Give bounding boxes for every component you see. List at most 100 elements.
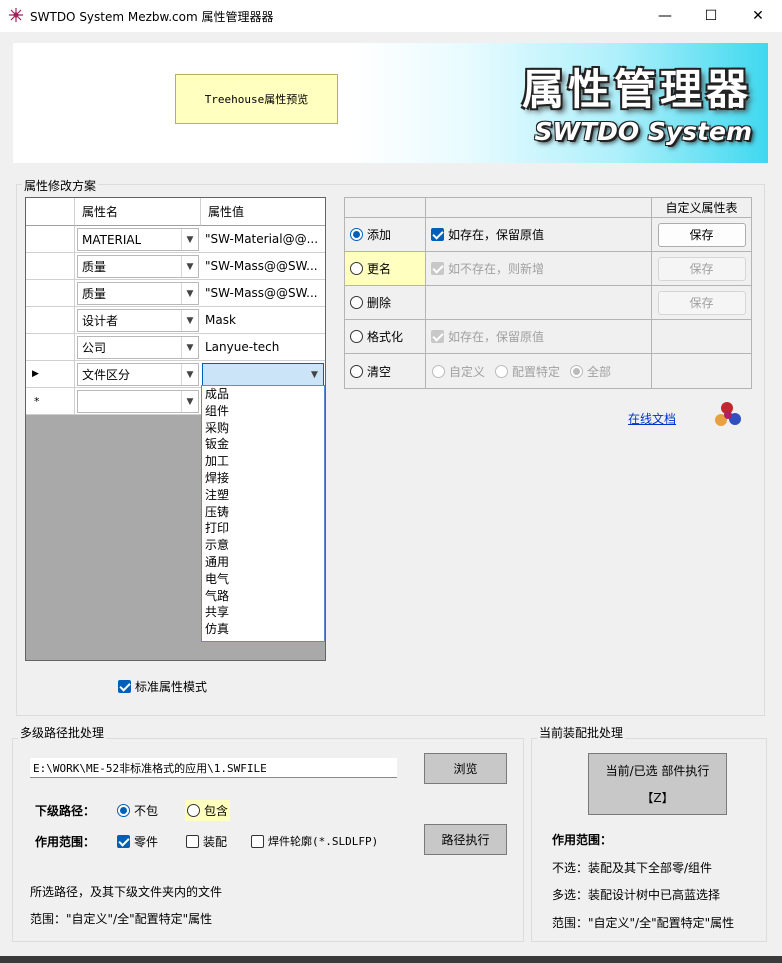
radio-empty-icon[interactable] [350,262,363,275]
subpath-option-include[interactable]: 包含 [185,800,231,821]
checkbox-disabled-icon [431,330,444,343]
name-combo[interactable]: 质量 ▼ [77,282,199,305]
delete-radio[interactable]: 删除 [345,286,426,320]
dropdown-option[interactable]: 钣金 [202,436,324,453]
row-header[interactable] [26,253,75,279]
radio-empty-icon[interactable] [350,330,363,343]
dropdown-option[interactable]: 仿真 [202,621,324,638]
assembly-group-label: 当前装配批处理 [537,724,626,741]
row-header[interactable] [26,280,75,306]
dropdown-option[interactable]: 示意 [202,537,324,554]
dropdown-option[interactable]: 共享 [202,604,324,621]
add-radio[interactable]: 添加 [345,218,426,252]
chevron-down-icon[interactable]: ▼ [181,229,198,250]
add-keep-label: 如存在，保留原值 [448,228,545,242]
assembly-execute-button[interactable]: 当前/已选 部件执行 【Z】 [588,753,727,815]
new-row-indicator-icon[interactable]: * [26,388,75,414]
name-combo[interactable]: MATERIAL ▼ [77,228,199,251]
chevron-down-icon[interactable]: ▼ [181,310,198,331]
add-label: 添加 [367,228,392,242]
scope-assembly-checkbox[interactable]: 装配 [186,833,227,850]
save-button-add[interactable]: 保存 [657,222,746,247]
checkbox-empty-icon[interactable] [251,834,264,848]
window-title: SWTDO System Mezbw.com 属性管理器器 [30,10,274,24]
clear-radio[interactable]: 清空 [345,354,426,389]
scope-assembly-label: 装配 [203,835,228,849]
name-combo[interactable]: 公司 ▼ [77,336,199,359]
chevron-down-icon[interactable]: ▼ [181,283,198,304]
assembly-scope-label: 作用范围： [552,833,613,847]
row-header[interactable] [26,307,75,333]
value-dropdown-list[interactable]: 成品 组件 采购 钣金 加工 焊接 注塑 压铸 打印 示意 通用 电气 气路 共… [201,385,325,642]
close-button[interactable]: ✕ [735,0,781,32]
radio-empty-icon[interactable] [350,364,363,378]
table-row[interactable]: 质量 ▼ "SW-Mass@@SW... [26,280,325,307]
checkbox-checked-icon[interactable] [118,680,131,693]
dropdown-option[interactable]: 组件 [202,403,324,420]
value-cell[interactable]: "SW-Mass@@SW... [201,253,325,279]
scheme-group-label: 属性修改方案 [22,177,99,194]
path-input[interactable]: E:\WORK\ME-52非标准格式的应用\1.SWFILE [30,758,397,778]
save-button-rename: 保存 [657,256,746,281]
scope-part-checkbox[interactable]: 零件 [117,833,158,850]
dropdown-option[interactable]: 采购 [202,420,324,437]
value-cell[interactable]: Mask [201,307,325,333]
radio-empty-icon[interactable] [350,296,363,309]
dropdown-option[interactable]: 通用 [202,554,324,571]
add-keep-checkbox[interactable]: 如存在，保留原值 [426,218,652,252]
attribute-preview-button[interactable]: Treehouse属性预览 [175,74,338,124]
maximize-button[interactable]: ☐ [688,0,734,32]
current-row-indicator-icon[interactable]: ▶ [26,361,75,387]
dropdown-option[interactable]: 气路 [202,588,324,605]
table-row[interactable]: 质量 ▼ "SW-Mass@@SW... [26,253,325,280]
chevron-down-icon[interactable]: ▼ [306,364,323,385]
radio-selected-icon[interactable] [350,228,363,241]
scope-weldment-checkbox[interactable]: 焊件轮廓(*.SLDLFP) [251,833,378,849]
radio-empty-icon[interactable] [187,804,200,817]
row-header[interactable] [26,334,75,360]
checkbox-checked-icon[interactable] [431,228,444,241]
name-combo[interactable]: 文件区分 ▼ [77,363,199,386]
dropdown-option[interactable]: 打印 [202,520,324,537]
radio-selected-icon[interactable] [117,804,130,817]
name-combo[interactable]: 设计者 ▼ [77,309,199,332]
column-header-value[interactable]: 属性值 [201,198,325,226]
dropdown-option[interactable]: 成品 [202,386,324,403]
format-label: 格式化 [367,330,404,344]
path-execute-button[interactable]: 路径执行 [424,824,507,855]
name-combo[interactable]: ▼ [77,390,199,413]
dropdown-option[interactable]: 注塑 [202,487,324,504]
chevron-down-icon[interactable]: ▼ [181,256,198,277]
subpath-option-exclude[interactable]: 不包 [117,802,158,819]
column-header-name[interactable]: 属性名 [75,198,201,226]
help-balls-icon[interactable] [712,400,744,430]
table-row[interactable]: 公司 ▼ Lanyue-tech [26,334,325,361]
chevron-down-icon[interactable]: ▼ [181,391,198,412]
table-row-current[interactable]: ▶ 文件区分 ▼ ▼ [26,361,325,388]
value-cell[interactable]: Lanyue-tech [201,334,325,360]
table-row[interactable]: 设计者 ▼ Mask [26,307,325,334]
minimize-button[interactable]: — [642,0,688,32]
standard-mode-checkbox[interactable]: 标准属性模式 [118,678,207,695]
checkbox-checked-icon[interactable] [117,835,130,848]
scope-part-label: 零件 [134,835,159,849]
dropdown-option[interactable]: 压铸 [202,504,324,521]
taskbar-edge [0,956,782,963]
table-row[interactable]: MATERIAL ▼ "SW-Material@@... [26,226,325,253]
name-combo[interactable]: 质量 ▼ [77,255,199,278]
rename-radio[interactable]: 更名 [345,252,426,286]
value-combo-open[interactable]: ▼ [202,363,324,386]
format-radio[interactable]: 格式化 [345,320,426,354]
value-cell[interactable]: "SW-Mass@@SW... [201,280,325,306]
dropdown-option[interactable]: 电气 [202,571,324,588]
chevron-down-icon[interactable]: ▼ [181,337,198,358]
checkbox-empty-icon[interactable] [186,835,199,848]
clear-label: 清空 [367,364,392,379]
row-header[interactable] [26,226,75,252]
value-cell[interactable]: "SW-Material@@... [201,226,325,252]
online-doc-link[interactable]: 在线文档 [628,410,676,427]
browse-button[interactable]: 浏览 [424,753,507,784]
dropdown-option[interactable]: 加工 [202,453,324,470]
chevron-down-icon[interactable]: ▼ [181,364,198,385]
dropdown-option[interactable]: 焊接 [202,470,324,487]
